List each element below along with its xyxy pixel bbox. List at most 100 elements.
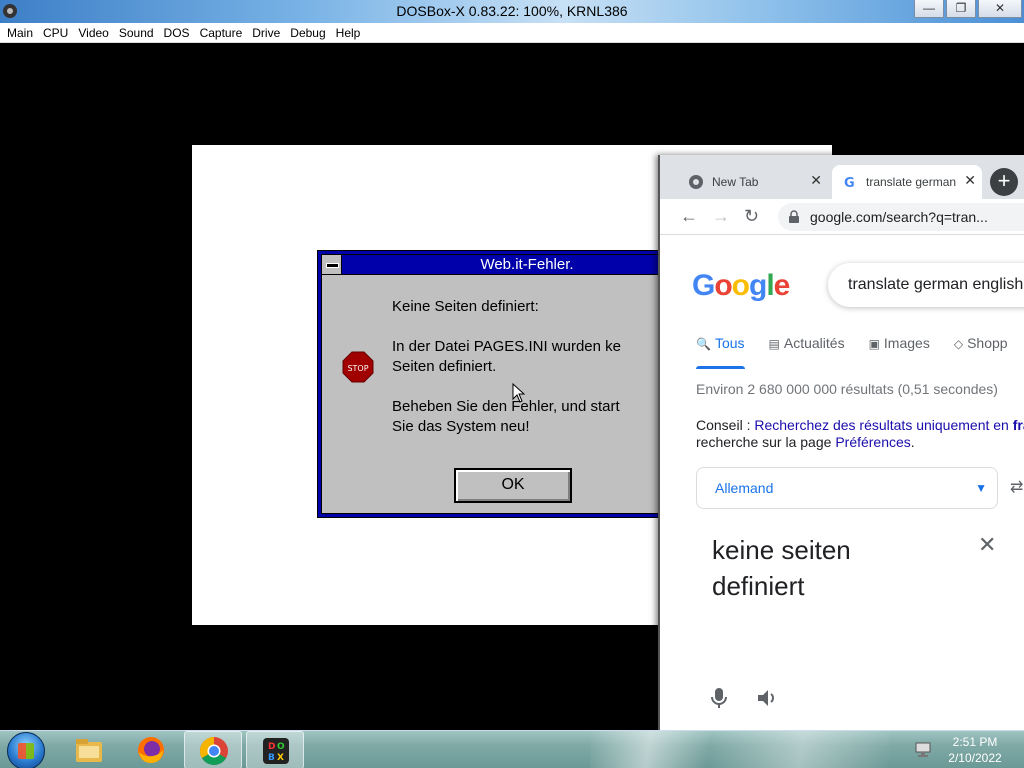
menu-main[interactable]: Main (2, 23, 38, 43)
tab-title: New Tab (712, 175, 759, 189)
tab-close-icon[interactable]: ✕ (964, 172, 976, 189)
svg-text:O: O (277, 742, 285, 752)
restore-button[interactable]: ❐ (946, 0, 976, 18)
taskbar-firefox[interactable] (122, 731, 180, 768)
tab-label: Actualités (783, 335, 845, 351)
search-tabs: 🔍 Tous ▤ Actualités ▣ Images ◇ Shopp (696, 335, 1024, 369)
tip-lang-link[interactable]: fra (1013, 417, 1024, 433)
search-icon: 🔍 (696, 337, 711, 351)
window-title: DOSBox-X 0.83.22: 100%, KRNL386 (396, 3, 628, 19)
svg-text:B: B (268, 753, 275, 763)
ok-button[interactable]: OK (454, 468, 572, 503)
tab-shopping[interactable]: ◇ Shopp (954, 335, 1008, 367)
back-button[interactable]: ← (680, 206, 698, 227)
mouse-cursor-icon (512, 383, 526, 403)
minimize-button[interactable]: — (914, 0, 944, 18)
tab-translate[interactable]: G translate german ✕ (832, 165, 982, 199)
tab-images[interactable]: ▣ Images (869, 335, 930, 367)
logo-letter: g (749, 269, 767, 302)
menu-drive[interactable]: Drive (247, 23, 285, 43)
menu-sound[interactable]: Sound (114, 23, 159, 43)
menu-capture[interactable]: Capture (195, 23, 248, 43)
tab-label: Shopp (967, 335, 1008, 351)
menu-dos[interactable]: DOS (159, 23, 195, 43)
tab-close-icon[interactable]: ✕ (810, 172, 822, 189)
logo-letter: e (773, 269, 791, 302)
dosbox-titlebar[interactable]: DOSBox-X 0.83.22: 100%, KRNL386 — ❐ ✕ (0, 0, 1024, 23)
speaker-icon[interactable] (756, 687, 778, 709)
file-explorer-icon (76, 739, 102, 762)
dialog-message-heading: Keine Seiten definiert: (392, 298, 539, 315)
clock-date: 2/10/2022 (948, 751, 1002, 765)
close-button[interactable]: ✕ (978, 0, 1022, 18)
lock-icon (789, 210, 799, 223)
firefox-icon (138, 737, 164, 764)
forward-button[interactable]: → (712, 206, 730, 227)
swap-languages-icon[interactable]: ⇄ (1010, 477, 1023, 497)
tab-label: Images (883, 335, 930, 351)
dialog-message-line: Seiten definiert. (392, 358, 497, 375)
tab-title: translate german (866, 175, 956, 189)
svg-text:D: D (268, 742, 275, 752)
tip-label: Conseil : (696, 417, 755, 433)
chrome-icon (689, 175, 703, 189)
tab-new-tab[interactable]: New Tab ✕ (678, 165, 828, 199)
google-search-page: Google translate german english 🔍 Tous ▤ A… (660, 235, 1024, 730)
clear-icon[interactable]: ✕ (978, 532, 996, 558)
search-input[interactable]: translate german english (828, 263, 1024, 307)
error-dialog: Web.it-Fehler. STOP Keine Seiten definie… (317, 250, 697, 518)
address-bar[interactable]: google.com/search?q=tran... (778, 203, 1024, 231)
reload-button[interactable]: ↻ (744, 206, 759, 227)
dialog-title: Web.it-Fehler. (480, 256, 574, 273)
dialog-message-line: In der Datei PAGES.INI wurden ke (392, 338, 621, 355)
svg-text:X: X (277, 753, 284, 763)
taskbar-file-explorer[interactable] (60, 731, 118, 768)
dialog-titlebar[interactable]: Web.it-Fehler. (322, 255, 692, 275)
tip-text: recherche sur la page (696, 434, 836, 450)
preferences-link[interactable]: Préférences (835, 434, 910, 450)
dosbox-icon: D O B X (263, 738, 289, 764)
microphone-icon[interactable] (710, 687, 728, 709)
taskbar-wallpaper-strip (590, 731, 890, 768)
new-tab-button[interactable]: + (990, 168, 1018, 196)
source-language-select[interactable]: Allemand ▼ (696, 467, 998, 509)
google-g-icon: G (844, 176, 855, 190)
stop-sign-text: STOP (347, 364, 368, 373)
menu-help[interactable]: Help (331, 23, 366, 43)
taskbar-dosbox[interactable]: D O B X (246, 731, 304, 768)
taskbar-chrome[interactable] (184, 731, 242, 768)
logo-letter: o (714, 269, 732, 302)
news-icon: ▤ (768, 337, 780, 351)
menu-video[interactable]: Video (73, 23, 113, 43)
start-button[interactable] (7, 732, 45, 768)
tab-news[interactable]: ▤ Actualités (769, 335, 845, 367)
source-text-input[interactable]: keine seiten definiert (712, 532, 932, 604)
tab-all[interactable]: 🔍 Tous (696, 335, 745, 369)
taskbar: D O B X 2:51 PM 2/10/2022 (0, 730, 1024, 768)
dialog-body: Web.it-Fehler. STOP Keine Seiten definie… (321, 254, 693, 514)
google-logo[interactable]: Google (692, 269, 791, 303)
chrome-window: New Tab ✕ G translate german ✕ + ← → ↻ g… (658, 155, 1024, 730)
menu-cpu[interactable]: CPU (38, 23, 73, 43)
tip-link[interactable]: Recherchez des résultats uniquement en (754, 417, 1008, 433)
url-text: google.com/search?q=tran... (810, 209, 988, 225)
dialog-message-line: Sie das System neu! (392, 418, 530, 435)
source-language-label: Allemand (715, 480, 774, 496)
system-menu-icon[interactable] (322, 255, 342, 274)
stop-sign-icon: STOP (342, 351, 374, 383)
logo-letter: o (731, 269, 750, 302)
menu-debug[interactable]: Debug (285, 23, 330, 43)
network-icon[interactable] (914, 741, 932, 757)
chrome-icon (200, 737, 228, 765)
tab-label: Tous (714, 335, 745, 351)
results-count: Environ 2 680 000 000 résultats (0,51 se… (696, 381, 998, 397)
image-icon: ▣ (868, 337, 880, 351)
system-clock[interactable]: 2:51 PM 2/10/2022 (940, 734, 1010, 766)
tag-icon: ◇ (953, 337, 964, 351)
dosbox-app-icon[interactable] (2, 3, 18, 19)
menu-bar: Main CPU Video Sound DOS Capture Drive D… (0, 23, 1024, 43)
chevron-down-icon: ▼ (975, 481, 987, 495)
tip-text: . (910, 434, 915, 450)
dialog-message-line: Beheben Sie den Fehler, und start (392, 398, 620, 415)
tab-strip: New Tab ✕ G translate german ✕ + (660, 155, 1024, 199)
